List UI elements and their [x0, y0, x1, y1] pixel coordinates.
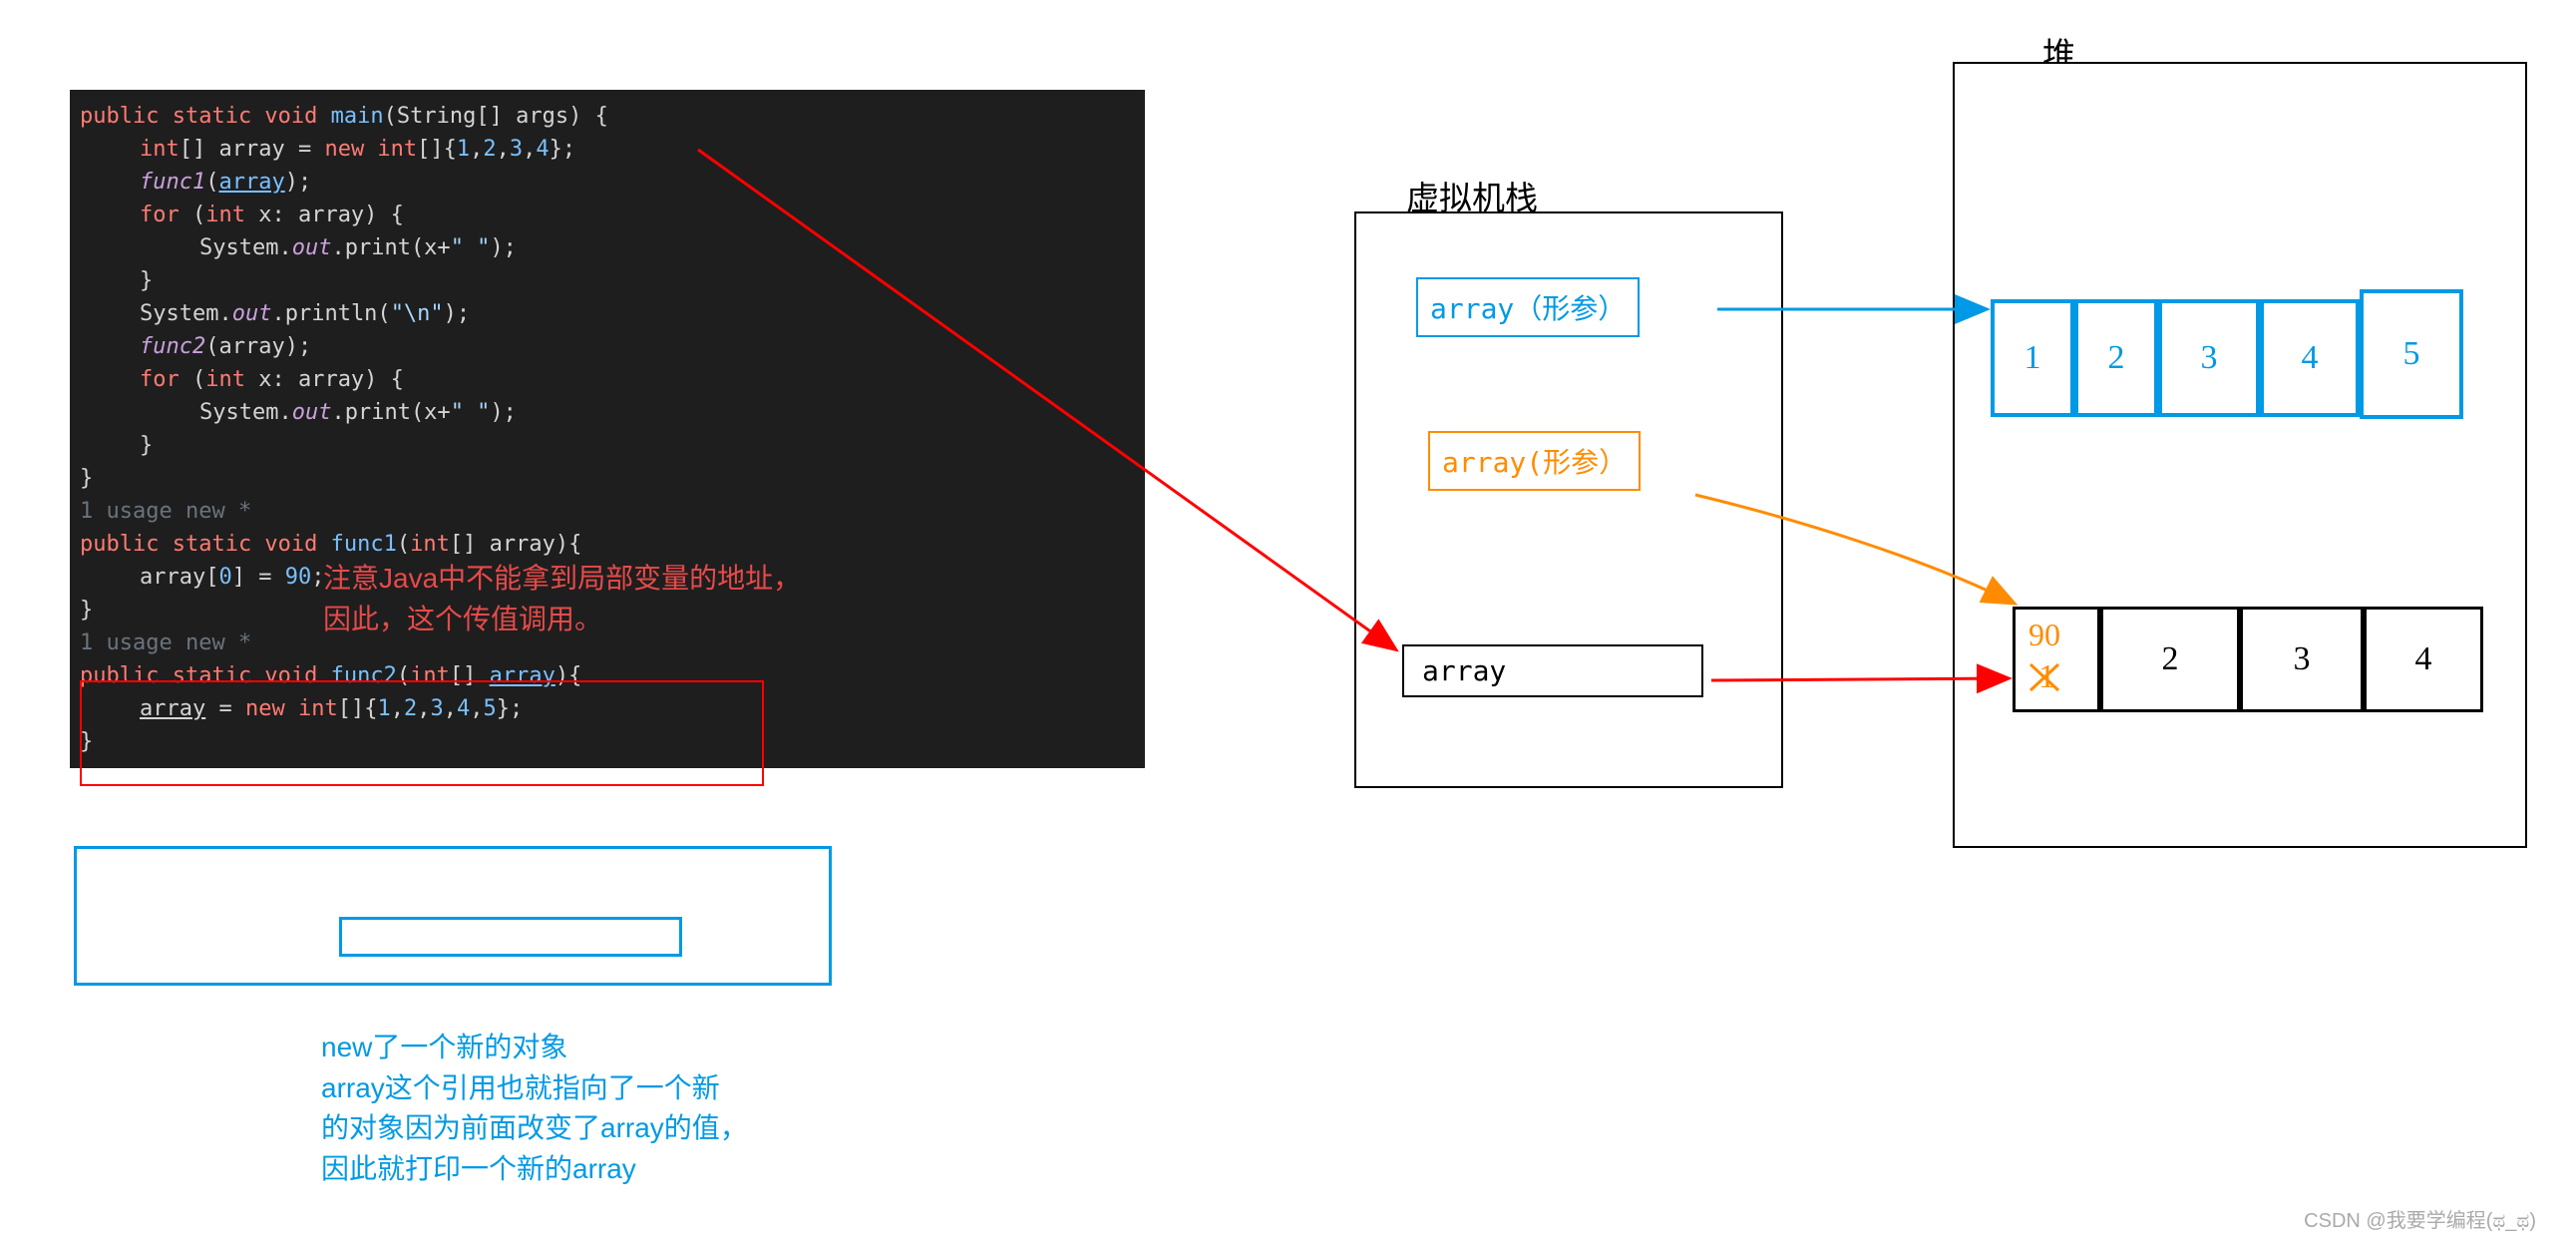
heap-blue-cell-2: 3: [2158, 299, 2260, 417]
annotation-red: 注意Java中不能拿到局部变量的地址， 因此，这个传值调用。: [323, 559, 801, 639]
heap-value-90: 90: [2028, 617, 2060, 653]
heap-black-cell-2: 3: [2240, 607, 2364, 712]
annotation-blue: new了一个新的对象 array这个引用也就指向了一个新 的对象因为前面改变了a…: [321, 1028, 748, 1189]
watermark: CSDN @我要学编程(ಥ_ಥ): [2304, 1204, 2536, 1233]
stack-param-black: array: [1402, 644, 1703, 697]
heap-struck-1: 1: [2038, 658, 2055, 696]
heap-blue-cell-1: 2: [2074, 299, 2158, 417]
stack-param-blue: array（形参）: [1416, 277, 1640, 337]
heap-blue-cell-3: 4: [2260, 299, 2360, 417]
func2-highlight-box: [74, 846, 832, 986]
code-editor: public static void main(String[] args) {…: [70, 90, 1145, 768]
new-expr-highlight-box: [339, 917, 682, 957]
heap-box: [1953, 62, 2527, 848]
heap-black-cell-1: 2: [2100, 607, 2240, 712]
func1-highlight-box: [80, 680, 764, 786]
heap-blue-cell-4: 5: [2360, 289, 2463, 419]
heap-blue-cell-0: 1: [1991, 299, 2074, 417]
stack-param-orange: array(形参）: [1428, 431, 1641, 491]
heap-black-cell-3: 4: [2364, 607, 2483, 712]
